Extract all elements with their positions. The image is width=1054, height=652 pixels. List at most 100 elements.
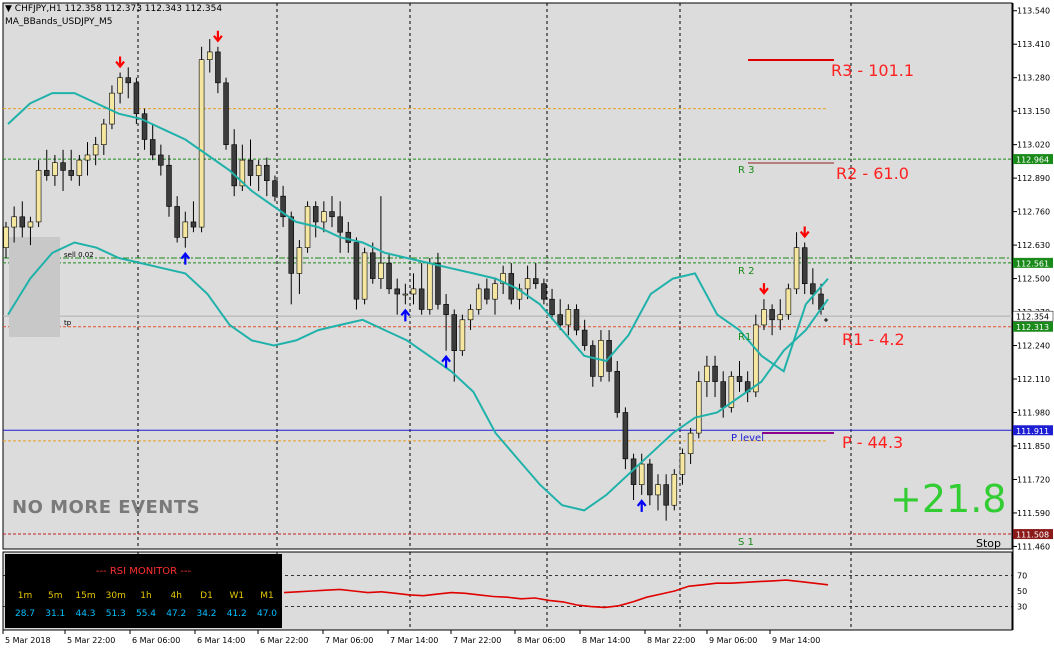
chart-header: ▼ CHFJPY,H1 112.358 112.373 112.343 112.… (5, 4, 222, 14)
tp-label: tp (64, 319, 72, 327)
candle-body (35, 170, 42, 223)
candle-body (418, 288, 425, 310)
r3-level-label: R3 - 101.1 (831, 61, 915, 80)
x-tick-label: 9 Mar 14:00 (772, 636, 820, 645)
candle-body (761, 309, 767, 326)
sell-order-label: sell 0.02 (64, 251, 94, 259)
candle-body (696, 381, 702, 434)
candle-body (231, 144, 237, 187)
rsi-val: 47.0 (256, 609, 278, 619)
candle-body (475, 288, 482, 310)
rsi-monitor-panel: --- RSI MONITOR --- 1m 5m 15m 30m 1h 4h … (5, 554, 282, 628)
candle-body (52, 162, 58, 176)
x-tick-label: 6 Mar 06:00 (132, 636, 180, 645)
price-tag-text: 112.313 (1016, 323, 1049, 332)
y-tick-label: 113.020 (1017, 141, 1050, 150)
candle-body (402, 293, 409, 296)
y-tick-label: 112.110 (1017, 375, 1050, 384)
candle-body (801, 247, 808, 285)
candle-body (720, 381, 726, 408)
candle-body (223, 82, 229, 145)
r3-small-label: R 3 (738, 165, 755, 176)
rsi-level-label: 50 (1017, 587, 1027, 596)
candle-body (777, 314, 783, 321)
rsi-tf: W1 (229, 591, 245, 601)
candle-body (215, 51, 221, 84)
candle-body (435, 262, 441, 305)
x-tick-label: 7 Mar 06:00 (325, 636, 373, 645)
candle-body (769, 309, 775, 321)
candle-body (590, 345, 596, 377)
candle-body (207, 51, 213, 60)
r1-level-label: R1 - 4.2 (842, 330, 905, 349)
candle-body (704, 365, 710, 382)
candle-body (410, 288, 417, 295)
rsi-timeframes: 1m 5m 15m 30m 1h 4h D1 W1 M1 (11, 591, 281, 601)
x-tick-label: 7 Mar 14:00 (390, 636, 438, 645)
candle-body (549, 298, 555, 315)
candle-body (182, 221, 189, 238)
candle-body (247, 159, 254, 176)
x-tick-label: 6 Mar 22:00 (260, 636, 308, 645)
candle-body (524, 278, 531, 290)
candle-body (296, 247, 303, 274)
candle-body (125, 77, 131, 84)
candle-body (370, 252, 376, 279)
rsi-val: 31.1 (45, 609, 66, 619)
x-tick-label: 8 Mar 22:00 (647, 636, 695, 645)
candle-body (345, 231, 352, 243)
y-tick-label: 111.460 (1017, 542, 1050, 551)
candle-body (11, 216, 17, 228)
rsi-val: 47.2 (166, 609, 187, 619)
candle-body (378, 262, 384, 279)
candle-body (166, 164, 172, 207)
candle-body (255, 164, 262, 176)
r2-level-label: R2 - 61.0 (836, 164, 909, 183)
rsi-val: 44.3 (75, 609, 96, 619)
x-tick-label: 5 Mar 22:00 (67, 636, 115, 645)
candle-body (141, 113, 148, 140)
rsi-val: 28.7 (14, 609, 36, 619)
triangle-down-icon[interactable]: ▼ (5, 4, 12, 14)
rsi-level-label: 70 (1017, 571, 1027, 580)
rsi-tf: 4h (170, 591, 182, 601)
candle-body (647, 463, 653, 496)
candle-body (321, 211, 327, 223)
rsi-val: 55.4 (135, 609, 157, 619)
candle-body (304, 206, 311, 248)
rsi-values: 28.7 31.1 44.3 51.3 55.4 47.2 34.2 41.2 … (11, 609, 281, 619)
candle-body (337, 216, 343, 233)
rsi-monitor-title: --- RSI MONITOR --- (95, 566, 192, 577)
candle-body (785, 288, 792, 315)
rsi-val: 34.2 (196, 609, 217, 619)
candle-body (533, 278, 539, 285)
candle-body (443, 304, 449, 315)
candle-body (638, 463, 645, 485)
candle-body (272, 180, 278, 197)
main-plot-area (2, 2, 1013, 550)
candle-body (671, 474, 678, 506)
candle-body (573, 309, 580, 331)
candle-body (312, 206, 319, 223)
candle-body (133, 82, 140, 115)
r1-small-label: R1 (738, 332, 752, 343)
candle-body (158, 154, 164, 166)
candle-body (427, 262, 433, 310)
p-level-label: P - 44.3 (842, 433, 904, 452)
candle-body (622, 412, 629, 460)
rsi-tf: D1 (200, 591, 213, 601)
y-tick-label: 113.410 (1017, 40, 1050, 49)
price-tag-text: 111.508 (1016, 531, 1049, 540)
candle-body (565, 309, 572, 326)
candle-body (663, 484, 669, 506)
candle-body (459, 319, 466, 351)
candle-body (810, 283, 816, 295)
x-tick-label: 8 Mar 14:00 (582, 636, 630, 645)
rsi-tf: 5m (48, 591, 63, 601)
y-tick-label: 111.590 (1017, 509, 1050, 518)
candle-body (679, 453, 686, 475)
candle-body (27, 221, 34, 228)
price-tag-text: 112.964 (1016, 156, 1049, 165)
candle-body (386, 262, 392, 290)
candle-body (19, 216, 26, 228)
